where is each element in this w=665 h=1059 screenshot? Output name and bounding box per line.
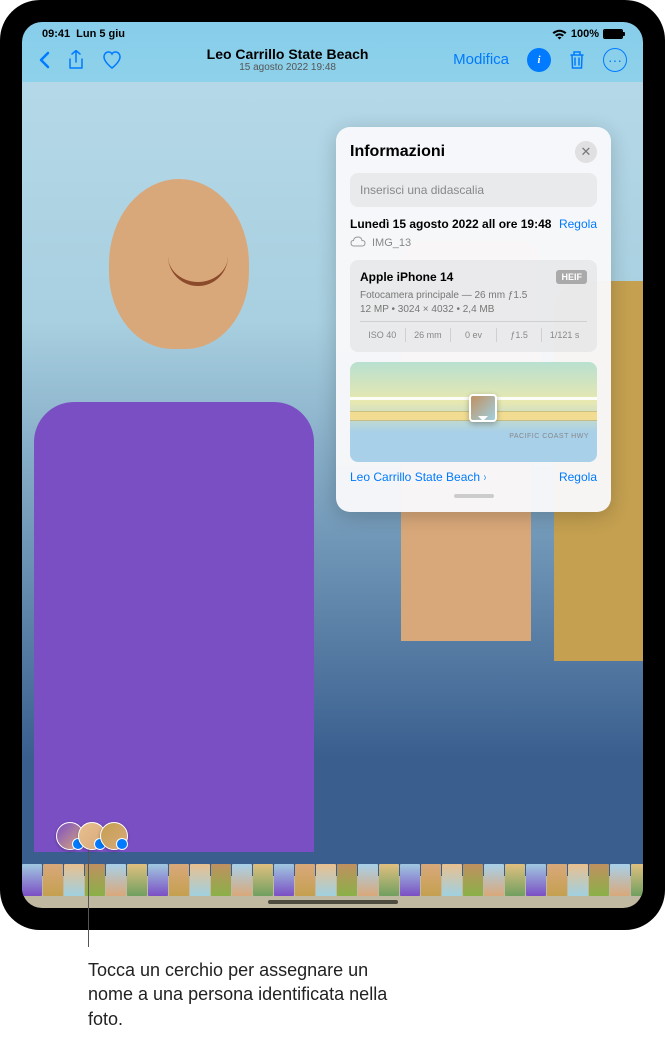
adjust-location-button[interactable]: Regola: [559, 470, 597, 484]
info-panel: Informazioni ✕ Inserisci una didascalia …: [336, 127, 611, 512]
exif-focal: 26 mm: [406, 328, 452, 342]
thumbnail[interactable]: [295, 864, 315, 896]
exif-ev: 0 ev: [451, 328, 497, 342]
thumbnail[interactable]: [127, 864, 147, 896]
edit-button[interactable]: Modifica: [453, 51, 509, 68]
caption-input[interactable]: Inserisci una didascalia: [350, 173, 597, 207]
nav-title-area: Leo Carrillo State Beach 15 agosto 2022 …: [207, 46, 369, 73]
panel-grabber[interactable]: [454, 494, 494, 498]
exif-panel: Apple iPhone 14 HEIF Fotocamera principa…: [350, 260, 597, 352]
people-circles: [56, 822, 128, 850]
status-date: Lun 5 giu: [76, 28, 125, 40]
battery-percent: 100%: [571, 28, 599, 40]
panel-title: Informazioni: [350, 143, 445, 161]
thumbnail[interactable]: [589, 864, 609, 896]
location-link[interactable]: Leo Carrillo State Beach›: [350, 470, 487, 484]
lens-info: Fotocamera principale — 26 mm ƒ1.5: [360, 290, 587, 301]
thumbnail[interactable]: [421, 864, 441, 896]
more-button[interactable]: ···: [603, 48, 627, 72]
thumbnail[interactable]: [400, 864, 420, 896]
home-indicator[interactable]: [268, 900, 398, 904]
close-button[interactable]: ✕: [575, 141, 597, 163]
thumbnail[interactable]: [568, 864, 588, 896]
cloud-icon: [350, 235, 366, 250]
back-button[interactable]: [38, 51, 50, 69]
adjust-date-button[interactable]: Regola: [559, 217, 597, 231]
battery-icon: [603, 29, 623, 39]
thumbnail[interactable]: [43, 864, 63, 896]
photo-title: Leo Carrillo State Beach: [207, 46, 369, 62]
person-circle-3[interactable]: [100, 822, 128, 850]
location-map[interactable]: PACIFIC COAST HWY: [350, 362, 597, 462]
thumbnail[interactable]: [232, 864, 252, 896]
thumbnail[interactable]: [169, 864, 189, 896]
favorite-button[interactable]: [102, 51, 122, 69]
thumbnail[interactable]: [358, 864, 378, 896]
thumbnail[interactable]: [631, 864, 643, 896]
map-road-label: PACIFIC COAST HWY: [509, 433, 589, 440]
thumbnail[interactable]: [463, 864, 483, 896]
filename: IMG_13: [372, 237, 411, 249]
thumbnail[interactable]: [316, 864, 336, 896]
format-badge: HEIF: [556, 270, 587, 284]
exif-iso: ISO 40: [360, 328, 406, 342]
thumbnail[interactable]: [22, 864, 42, 896]
nav-bar: Leo Carrillo State Beach 15 agosto 2022 …: [22, 42, 643, 77]
camera-device: Apple iPhone 14: [360, 270, 453, 284]
thumbnail[interactable]: [64, 864, 84, 896]
thumbnail[interactable]: [211, 864, 231, 896]
map-pin[interactable]: [469, 394, 497, 422]
wifi-icon: [552, 29, 567, 40]
photo-date: Lunedì 15 agosto 2022 all ore 19:48: [350, 217, 551, 231]
callout-text: Tocca un cerchio per assegnare un nome a…: [88, 958, 408, 1031]
thumbnail[interactable]: [505, 864, 525, 896]
status-bar: 09:41 Lun 5 giu 100%: [22, 22, 643, 42]
thumbnail[interactable]: [190, 864, 210, 896]
thumbnail[interactable]: [526, 864, 546, 896]
thumbnail[interactable]: [484, 864, 504, 896]
info-button[interactable]: i: [527, 48, 551, 72]
exif-shutter: 1/121 s: [542, 328, 587, 342]
exif-aperture: ƒ1.5: [497, 328, 543, 342]
thumbnail[interactable]: [274, 864, 294, 896]
photo-subtitle: 15 agosto 2022 19:48: [207, 62, 369, 73]
thumbnail[interactable]: [148, 864, 168, 896]
status-time: 09:41: [42, 28, 70, 40]
share-button[interactable]: [68, 50, 84, 70]
thumbnail[interactable]: [379, 864, 399, 896]
thumbnail[interactable]: [253, 864, 273, 896]
thumbnail[interactable]: [106, 864, 126, 896]
thumbnail[interactable]: [610, 864, 630, 896]
thumbnail-strip[interactable]: [22, 864, 643, 896]
delete-button[interactable]: [569, 50, 585, 70]
thumbnail[interactable]: [337, 864, 357, 896]
specs-info: 12 MP • 3024 × 4032 • 2,4 MB: [360, 304, 587, 315]
thumbnail[interactable]: [442, 864, 462, 896]
thumbnail[interactable]: [547, 864, 567, 896]
screen: 09:41 Lun 5 giu 100% Leo Carrillo State …: [22, 22, 643, 908]
ipad-frame: 09:41 Lun 5 giu 100% Leo Carrillo State …: [0, 0, 665, 930]
